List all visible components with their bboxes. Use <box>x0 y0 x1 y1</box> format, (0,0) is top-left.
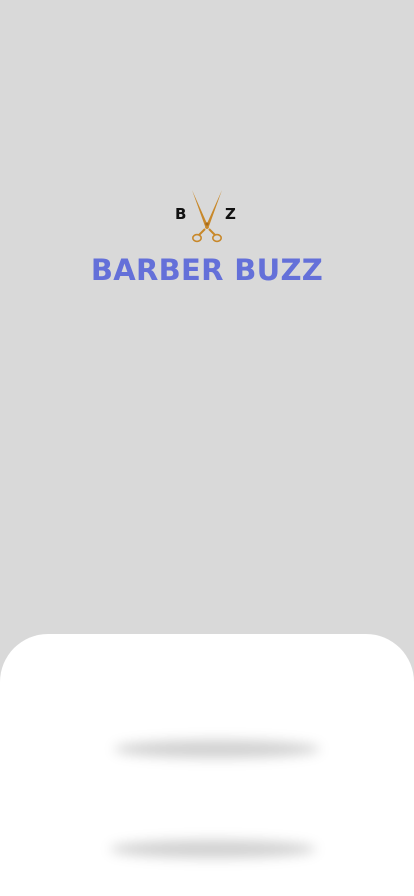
splash-screen: B Z BARBER BUZZ <box>0 0 414 896</box>
brand-logo: B Z BARBER BUZZ <box>0 188 414 298</box>
monogram-logo: B Z <box>172 188 242 246</box>
scissors-icon <box>192 190 222 243</box>
signup-button-placeholder[interactable] <box>110 840 316 858</box>
bottom-sheet <box>0 634 414 896</box>
login-button-placeholder[interactable] <box>114 740 320 758</box>
monogram-letter-left: B <box>175 205 187 223</box>
app-title: BARBER BUZZ <box>90 253 324 287</box>
monogram-letter-right: Z <box>225 205 236 223</box>
